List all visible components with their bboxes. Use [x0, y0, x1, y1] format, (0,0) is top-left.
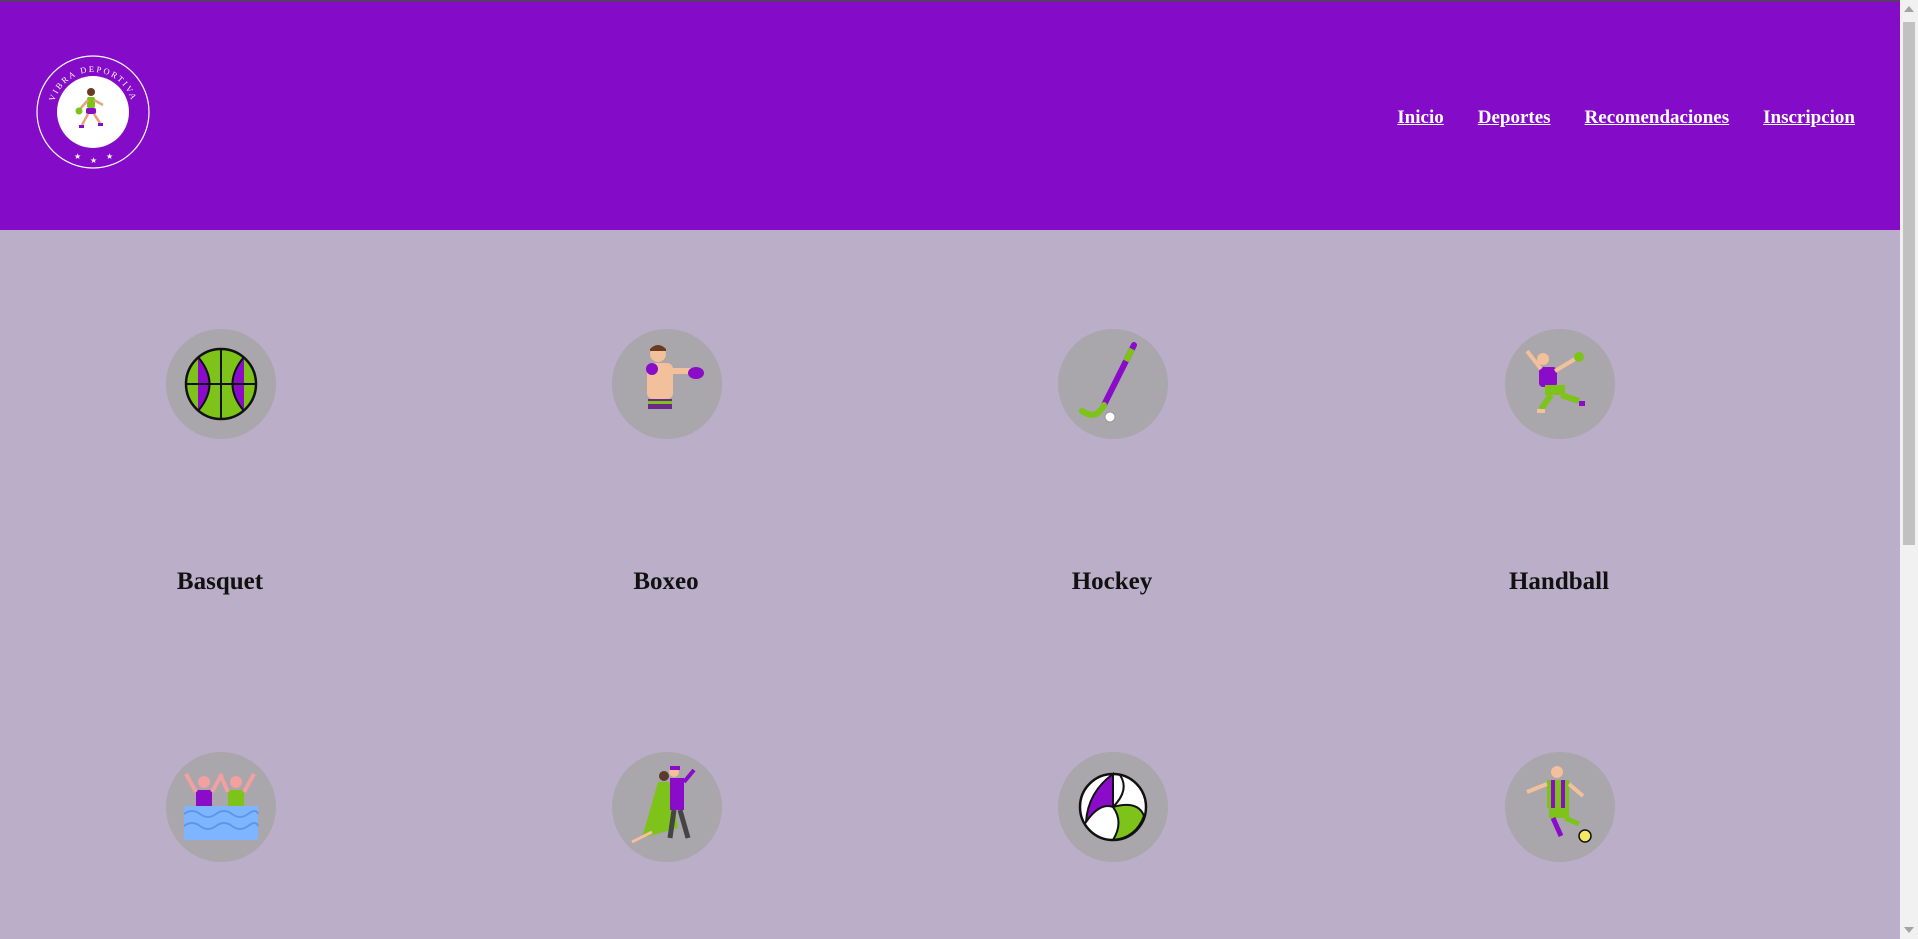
sport-label: Basquet [176, 568, 264, 595]
svg-text:★: ★ [90, 156, 97, 165]
scroll-down-arrow-icon[interactable] [1904, 927, 1914, 933]
soccer-player-icon [1505, 752, 1615, 862]
nav-deportes-link[interactable]: Deportes [1478, 107, 1551, 129]
nav-recomendaciones-link[interactable]: Recomendaciones [1585, 107, 1730, 129]
water-polo-icon [166, 752, 276, 862]
sports-grid: Basquet Boxeo Hockey Handball [0, 230, 1900, 939]
logo-emblem: VIBRA DEPORTIVA ★ ★ ★ [36, 55, 150, 169]
tango-dancers-icon [612, 752, 722, 862]
nav-inscripcion-link[interactable]: Inscripcion [1763, 107, 1855, 129]
scroll-up-arrow-icon[interactable] [1904, 6, 1914, 12]
handball-player-icon [1505, 329, 1615, 439]
site-header: VIBRA DEPORTIVA ★ ★ ★ Inicio Deportes Re… [0, 2, 1900, 230]
sport-label: Handball [1508, 568, 1610, 595]
sport-label: Boxeo [633, 568, 699, 595]
nav-inicio-link[interactable]: Inicio [1397, 107, 1443, 129]
sport-label: Hockey [1071, 568, 1153, 595]
volleyball-icon [1058, 752, 1168, 862]
boxer-icon [612, 329, 722, 439]
scroll-thumb[interactable] [1903, 22, 1915, 545]
page-scrollbar[interactable] [1900, 0, 1918, 939]
basketball-icon [166, 329, 276, 439]
vibra-deportiva-logo[interactable]: VIBRA DEPORTIVA ★ ★ ★ [36, 55, 150, 169]
svg-text:★: ★ [74, 152, 81, 161]
svg-text:★: ★ [106, 152, 113, 161]
hockey-stick-icon [1058, 329, 1168, 439]
main-nav: Inicio Deportes Recomendaciones Inscripc… [1397, 107, 1855, 129]
